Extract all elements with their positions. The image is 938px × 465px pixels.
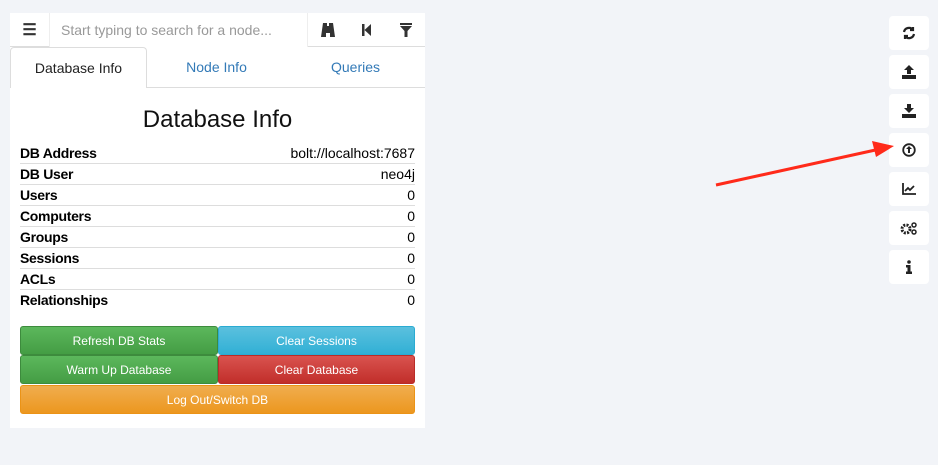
annotation-arrow xyxy=(715,141,894,187)
